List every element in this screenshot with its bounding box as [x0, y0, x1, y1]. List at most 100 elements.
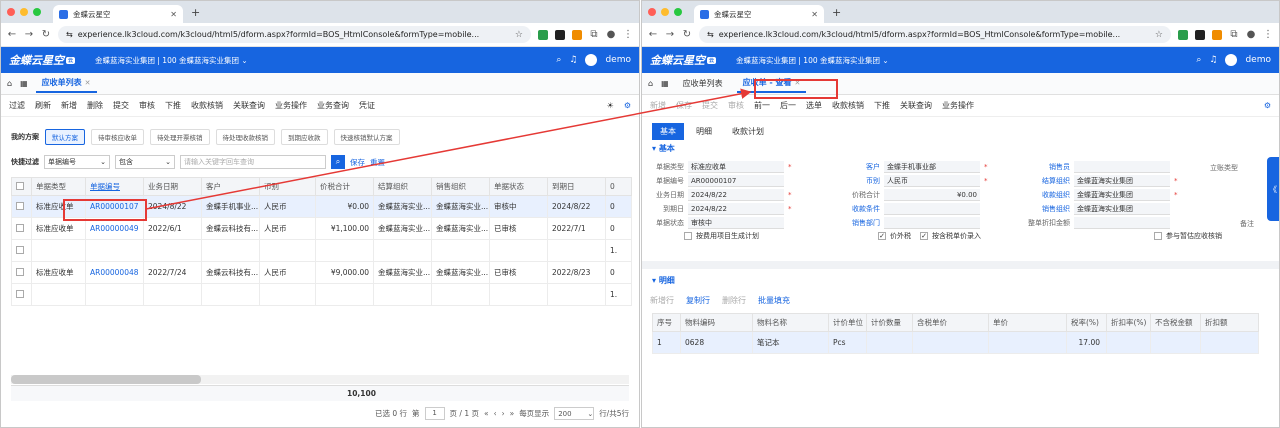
checkbox[interactable] [16, 223, 24, 232]
batch-fill-button[interactable]: 批量填充 [758, 295, 790, 306]
forward-arrow-icon[interactable]: → [24, 29, 34, 40]
save-button[interactable]: 保存 [676, 100, 692, 111]
table-row[interactable]: 1. [11, 283, 632, 306]
close-window-button[interactable] [648, 8, 656, 16]
column-header[interactable]: 折扣额 [1200, 313, 1259, 332]
next-button[interactable]: 后一 [780, 100, 796, 111]
column-header[interactable]: 业务日期 [143, 177, 202, 196]
scheme-due[interactable]: 到期应收款 [281, 129, 328, 145]
column-header[interactable]: 含税单价 [912, 313, 989, 332]
side-panel-toggle[interactable]: 《 [1267, 157, 1279, 221]
column-header[interactable]: 税率(%) [1066, 313, 1107, 332]
column-header[interactable]: 单据类型 [31, 177, 86, 196]
column-header[interactable]: 物料编码 [680, 313, 753, 332]
checkbox[interactable]: ✓ [878, 232, 886, 240]
tab-basic[interactable]: 基本 [652, 123, 684, 140]
home-icon[interactable]: ⌂ [7, 79, 12, 88]
table-cell[interactable] [1106, 331, 1151, 354]
close-tab-icon[interactable]: ✕ [170, 10, 177, 19]
zoom-window-button[interactable] [33, 8, 41, 16]
url-field[interactable]: ⇆ experience.lk3cloud.com/k3cloud/html5/… [58, 26, 531, 43]
column-header[interactable]: 结算组织 [373, 177, 432, 196]
new-tab-button[interactable]: + [191, 6, 200, 19]
column-header[interactable]: 计价单位 [828, 313, 867, 332]
select-source-button[interactable]: 选单 [806, 100, 822, 111]
filter-operator-select[interactable]: 包含 ⌄ [115, 155, 175, 169]
back-arrow-icon[interactable]: ← [7, 29, 17, 40]
browser-menu-icon[interactable]: ⋮ [623, 29, 633, 40]
close-tab-icon[interactable]: ✕ [811, 10, 818, 19]
profile-icon[interactable]: ● [606, 29, 616, 40]
browser-menu-icon[interactable]: ⋮ [1263, 29, 1273, 40]
delete-button[interactable]: 删除 [87, 100, 103, 111]
add-row-button[interactable]: 新增行 [650, 295, 674, 306]
search-button[interactable]: ⌕ [331, 155, 345, 169]
search-icon[interactable]: ⌕ [556, 55, 561, 65]
checkbox[interactable] [16, 267, 24, 276]
minimize-window-button[interactable] [661, 8, 669, 16]
sales-org-input[interactable]: 金蝶蓝海实业集团 [1074, 203, 1170, 215]
org-switcher[interactable]: 金蝶蓝海实业集团 | 100 金蝶蓝海实业集团 ⌄ [736, 55, 889, 66]
related-query-button[interactable]: 关联查询 [233, 100, 265, 111]
column-header[interactable]: 单价 [988, 313, 1067, 332]
column-header[interactable]: 销售组织 [431, 177, 490, 196]
table-cell[interactable] [988, 331, 1067, 354]
row-checkbox[interactable] [11, 217, 32, 240]
settings-gear-icon[interactable]: ⚙ [1264, 101, 1271, 110]
add-button[interactable]: 新增 [650, 100, 666, 111]
scrollbar-thumb[interactable] [11, 375, 201, 384]
column-header[interactable]: 价税合计 [315, 177, 374, 196]
extension-icon[interactable] [572, 29, 582, 40]
column-header[interactable]: 折扣率(%) [1106, 313, 1151, 332]
section-detail-header[interactable]: ▾ 明细 [642, 269, 1279, 289]
select-all-checkbox[interactable] [11, 177, 32, 196]
checkbox[interactable] [16, 289, 24, 298]
table-cell[interactable]: Pcs [828, 331, 867, 354]
bell-icon[interactable]: ♫ [569, 55, 577, 65]
table-cell[interactable] [85, 283, 144, 306]
reload-icon[interactable]: ↻ [41, 29, 51, 40]
forward-arrow-icon[interactable]: → [665, 29, 675, 40]
checkbox[interactable] [1154, 232, 1162, 240]
org-switcher[interactable]: 金蝶蓝海实业集团 | 100 金蝶蓝海实业集团 ⌄ [95, 55, 248, 66]
per-page-select[interactable]: 200 ⌄ [554, 407, 595, 420]
avatar[interactable] [585, 54, 598, 66]
total-input[interactable]: ¥0.00 [884, 189, 980, 201]
related-query-button[interactable]: 关联查询 [900, 100, 932, 111]
scheme-quick-writeoff[interactable]: 快速核销默认方案 [333, 129, 400, 145]
apps-grid-icon[interactable]: ▦ [20, 79, 28, 88]
page-number-input[interactable]: 1 [424, 407, 445, 420]
receipt-writeoff-button[interactable]: 收款核销 [832, 100, 864, 111]
checkbox[interactable]: ✓ [920, 232, 928, 240]
settle-org-input[interactable]: 金蝶蓝海实业集团 [1074, 175, 1170, 187]
discount-input[interactable] [1074, 217, 1170, 229]
section-basic-header[interactable]: ▾ 基本 [642, 140, 1279, 157]
receipt-writeoff-button[interactable]: 收款核销 [191, 100, 223, 111]
customer-input[interactable]: 金蝶手机事业部 [884, 161, 980, 173]
check-tax-excluded[interactable]: ✓ 价外税 [878, 231, 911, 241]
settings-gear-icon[interactable]: ⚙ [624, 101, 631, 110]
avatar[interactable] [1225, 54, 1238, 66]
tab-collection-plan[interactable]: 收款计划 [724, 123, 772, 140]
check-aging-writeoff[interactable]: 参与暂估应收核销 [1154, 231, 1222, 241]
column-header[interactable]: 到期日 [547, 177, 606, 196]
business-op-button[interactable]: 业务操作 [275, 100, 307, 111]
row-checkbox[interactable] [11, 239, 32, 262]
row-checkbox[interactable] [11, 283, 32, 306]
salesman-input[interactable] [1074, 161, 1170, 173]
extensions-puzzle-icon[interactable]: ⧉ [1229, 29, 1239, 40]
table-cell[interactable] [85, 239, 144, 262]
table-cell[interactable]: 0628 [680, 331, 753, 354]
minimize-window-button[interactable] [20, 8, 28, 16]
column-header[interactable]: 单据编号 [85, 177, 144, 196]
tab-detail[interactable]: 明细 [688, 123, 720, 140]
check-price-with-tax[interactable]: ✓ 按含税单价录入 [920, 231, 981, 241]
bookmark-star-icon[interactable]: ☆ [1155, 30, 1163, 40]
doc-type-select[interactable]: 标准应收单 [688, 161, 784, 173]
submit-button[interactable]: 提交 [702, 100, 718, 111]
delete-row-button[interactable]: 删除行 [722, 295, 746, 306]
business-query-button[interactable]: 业务查询 [317, 100, 349, 111]
tab-receivable-list[interactable]: 应收单列表 [677, 75, 729, 92]
bookmark-star-icon[interactable]: ☆ [515, 30, 523, 40]
checkbox[interactable] [684, 232, 692, 240]
